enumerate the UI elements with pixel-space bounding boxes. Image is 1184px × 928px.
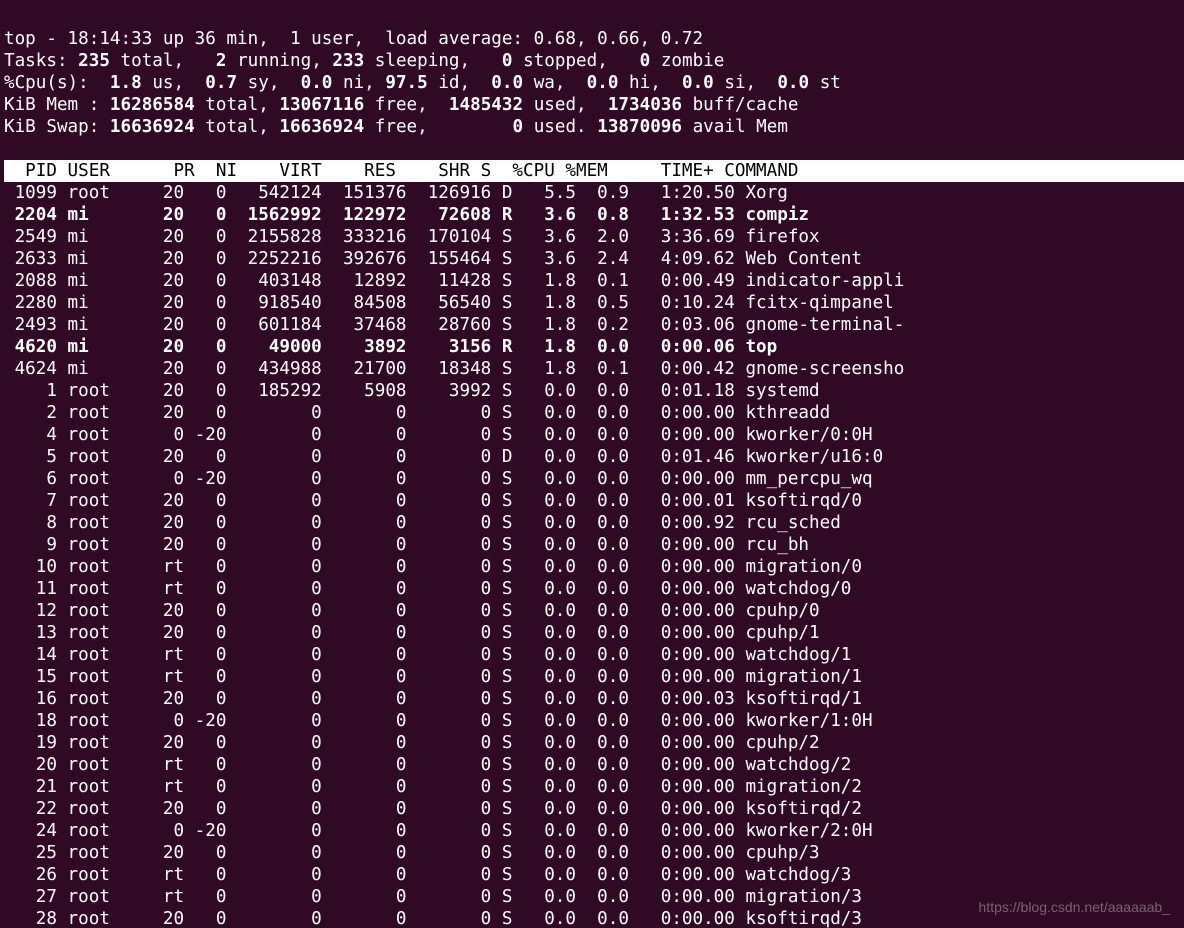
process-row: 10 root rt 0 0 0 0 S 0.0 0.0 0:00.00 mig… — [4, 556, 1184, 578]
process-row: 2204 mi 20 0 1562992 122972 72608 R 3.6 … — [4, 204, 1184, 226]
process-row: 2280 mi 20 0 918540 84508 56540 S 1.8 0.… — [4, 292, 1184, 314]
process-row: 19 root 20 0 0 0 0 S 0.0 0.0 0:00.00 cpu… — [4, 732, 1184, 754]
process-row: 7 root 20 0 0 0 0 S 0.0 0.0 0:00.01 ksof… — [4, 490, 1184, 512]
process-row: 4624 mi 20 0 434988 21700 18348 S 1.8 0.… — [4, 358, 1184, 380]
process-row: 1 root 20 0 185292 5908 3992 S 0.0 0.0 0… — [4, 380, 1184, 402]
top-summary-line-5: KiB Swap: 16636924 total, 16636924 free,… — [4, 117, 788, 137]
watermark: https://blog.csdn.net/aaaaaab_ — [979, 896, 1170, 918]
process-row: 1099 root 20 0 542124 151376 126916 D 5.… — [4, 182, 1184, 204]
process-row: 9 root 20 0 0 0 0 S 0.0 0.0 0:00.00 rcu_… — [4, 534, 1184, 556]
process-row: 18 root 0 -20 0 0 0 S 0.0 0.0 0:00.00 kw… — [4, 710, 1184, 732]
process-row: 2549 mi 20 0 2155828 333216 170104 S 3.6… — [4, 226, 1184, 248]
top-summary-line-1: top - 18:14:33 up 36 min, 1 user, load a… — [4, 29, 703, 49]
process-table-header: PID USER PR NI VIRT RES SHR S %CPU %MEM … — [4, 160, 1184, 182]
process-row: 24 root 0 -20 0 0 0 S 0.0 0.0 0:00.00 kw… — [4, 820, 1184, 842]
process-row: 14 root rt 0 0 0 0 S 0.0 0.0 0:00.00 wat… — [4, 644, 1184, 666]
process-row: 22 root 20 0 0 0 0 S 0.0 0.0 0:00.00 kso… — [4, 798, 1184, 820]
process-row: 13 root 20 0 0 0 0 S 0.0 0.0 0:00.00 cpu… — [4, 622, 1184, 644]
process-row: 5 root 20 0 0 0 0 D 0.0 0.0 0:01.46 kwor… — [4, 446, 1184, 468]
top-summary-line-4: KiB Mem : 16286584 total, 13067116 free,… — [4, 95, 799, 115]
top-summary-line-2: Tasks: 235 total, 2 running, 233 sleepin… — [4, 51, 724, 71]
process-row: 4 root 0 -20 0 0 0 S 0.0 0.0 0:00.00 kwo… — [4, 424, 1184, 446]
process-row: 6 root 0 -20 0 0 0 S 0.0 0.0 0:00.00 mm_… — [4, 468, 1184, 490]
process-row: 21 root rt 0 0 0 0 S 0.0 0.0 0:00.00 mig… — [4, 776, 1184, 798]
process-row: 12 root 20 0 0 0 0 S 0.0 0.0 0:00.00 cpu… — [4, 600, 1184, 622]
process-row: 25 root 20 0 0 0 0 S 0.0 0.0 0:00.00 cpu… — [4, 842, 1184, 864]
process-row: 4620 mi 20 0 49000 3892 3156 R 1.8 0.0 0… — [4, 336, 1184, 358]
process-row: 2 root 20 0 0 0 0 S 0.0 0.0 0:00.00 kthr… — [4, 402, 1184, 424]
process-row: 11 root rt 0 0 0 0 S 0.0 0.0 0:00.00 wat… — [4, 578, 1184, 600]
process-row: 15 root rt 0 0 0 0 S 0.0 0.0 0:00.00 mig… — [4, 666, 1184, 688]
process-row: 8 root 20 0 0 0 0 S 0.0 0.0 0:00.92 rcu_… — [4, 512, 1184, 534]
process-row: 26 root rt 0 0 0 0 S 0.0 0.0 0:00.00 wat… — [4, 864, 1184, 886]
process-row: 2493 mi 20 0 601184 37468 28760 S 1.8 0.… — [4, 314, 1184, 336]
process-row: 16 root 20 0 0 0 0 S 0.0 0.0 0:00.03 kso… — [4, 688, 1184, 710]
top-summary-line-3: %Cpu(s): 1.8 us, 0.7 sy, 0.0 ni, 97.5 id… — [4, 73, 841, 93]
process-row: 20 root rt 0 0 0 0 S 0.0 0.0 0:00.00 wat… — [4, 754, 1184, 776]
process-row: 2633 mi 20 0 2252216 392676 155464 S 3.6… — [4, 248, 1184, 270]
terminal-output[interactable]: top - 18:14:33 up 36 min, 1 user, load a… — [0, 0, 1184, 928]
process-row: 2088 mi 20 0 403148 12892 11428 S 1.8 0.… — [4, 270, 1184, 292]
process-table-body: 1099 root 20 0 542124 151376 126916 D 5.… — [4, 182, 1184, 928]
